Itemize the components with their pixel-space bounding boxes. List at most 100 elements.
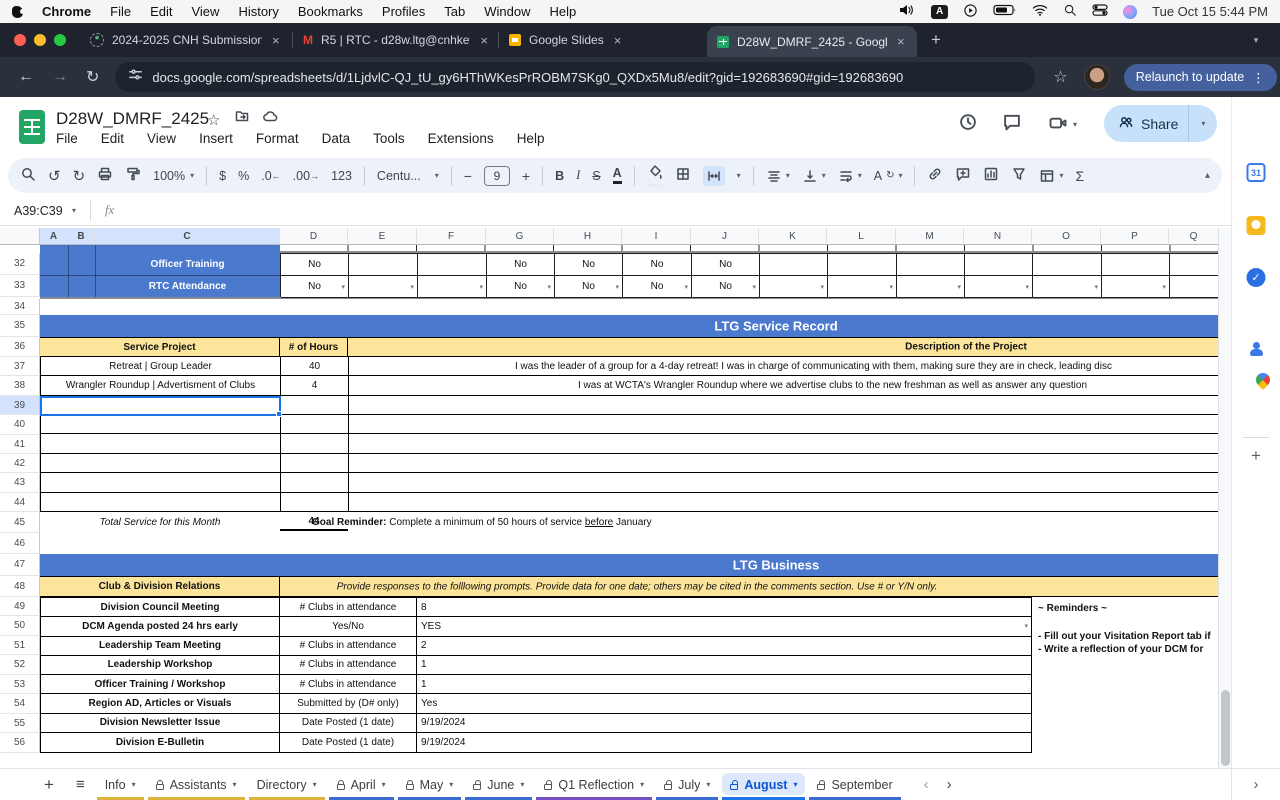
cell-officer-training-label[interactable]: Officer Training	[95, 253, 280, 275]
cell-label-54[interactable]: Region AD, Articles or Visuals	[41, 694, 280, 713]
column-header-P[interactable]: P	[1101, 228, 1169, 245]
move-to-folder-icon[interactable]	[234, 108, 250, 129]
cell-K32[interactable]	[760, 254, 828, 276]
menubar-item-help[interactable]: Help	[550, 4, 577, 19]
comments-icon[interactable]	[1002, 112, 1022, 137]
font-size-input[interactable]: 9	[484, 166, 510, 186]
cell-description-41[interactable]	[349, 434, 1218, 453]
cloud-status-icon[interactable]	[262, 108, 278, 129]
row-header-44[interactable]: 44	[0, 493, 40, 512]
cell-description-39[interactable]	[349, 396, 1218, 415]
cell-hours-40[interactable]	[281, 415, 349, 434]
caret-down-icon[interactable]: ▾	[233, 780, 237, 789]
caret-down-icon[interactable]: ▾	[706, 780, 710, 789]
cell-J32[interactable]: No	[692, 254, 760, 276]
sheet-tab-may[interactable]: May▾	[396, 769, 464, 800]
decrease-decimal-button[interactable]: .0←	[261, 169, 280, 183]
fill-handle[interactable]	[276, 411, 282, 417]
menubar-item-view[interactable]: View	[191, 4, 219, 19]
cell-M32[interactable]	[897, 254, 965, 276]
cell-I33-dropdown[interactable]: No▾	[623, 276, 692, 298]
tab-close-icon[interactable]: ×	[614, 33, 622, 48]
cell-project-43[interactable]	[41, 473, 281, 492]
text-wrap-button[interactable]: ▾	[838, 168, 862, 184]
vertical-scrollbar[interactable]	[1218, 228, 1231, 768]
keep-icon[interactable]	[1247, 216, 1266, 235]
dropdown-caret-icon[interactable]: ▾	[752, 283, 756, 291]
star-document-icon[interactable]: ☆	[207, 111, 220, 129]
battery-icon[interactable]	[993, 4, 1017, 19]
column-header-G[interactable]: G	[486, 228, 554, 245]
cell-prompt-50[interactable]: Yes/No	[280, 617, 417, 636]
row-header-38[interactable]: 38	[0, 376, 40, 396]
cell-description-43[interactable]	[349, 473, 1218, 492]
cell-project-37[interactable]: Retreat | Group Leader	[41, 357, 281, 376]
cell-value-50-dropdown[interactable]: YES▾	[417, 617, 1031, 636]
menu-file[interactable]: File	[56, 131, 78, 146]
cell-rtc-attendance-label[interactable]: RTC Attendance	[95, 275, 280, 297]
cell-D33-dropdown[interactable]: No▾	[281, 276, 349, 298]
address-bar[interactable]: docs.google.com/spreadsheets/d/1LjdvlC-Q…	[115, 62, 1035, 92]
insert-link-icon[interactable]	[927, 166, 943, 185]
version-history-icon[interactable]	[958, 112, 978, 137]
tasks-icon[interactable]: ✓	[1247, 268, 1266, 287]
cell-description-40[interactable]	[349, 415, 1218, 434]
cell-L33-dropdown[interactable]: ▾	[828, 276, 897, 298]
menubar-item-window[interactable]: Window	[484, 4, 530, 19]
play-status-icon[interactable]	[963, 3, 978, 21]
cell-G32[interactable]: No	[487, 254, 555, 276]
cell-label-55[interactable]: Division Newsletter Issue	[41, 714, 280, 733]
control-center-icon[interactable]	[1092, 4, 1108, 19]
cell-description-37[interactable]: I was the leader of a group for a 4-day …	[349, 357, 1218, 376]
column-header-J[interactable]: J	[691, 228, 759, 245]
cell-total-label[interactable]: Total Service for this Month	[40, 512, 280, 533]
cell-E33-dropdown[interactable]: ▾	[349, 276, 418, 298]
column-header-Q[interactable]: Q	[1169, 228, 1218, 245]
cell-value-51[interactable]: 2	[417, 637, 1031, 656]
wifi-icon[interactable]	[1032, 4, 1048, 19]
zoom-select[interactable]: 100%▾	[153, 169, 194, 183]
row-header-55[interactable]: 55	[0, 714, 40, 733]
cell-hours-42[interactable]	[281, 454, 349, 473]
cell-G33-dropdown[interactable]: No▾	[487, 276, 555, 298]
menubar-item-history[interactable]: History	[238, 4, 278, 19]
cell-hours-37[interactable]: 40	[281, 357, 349, 376]
apple-icon[interactable]	[12, 6, 23, 18]
cell-value-56[interactable]: 9/19/2024	[417, 733, 1031, 752]
print-icon[interactable]	[97, 166, 113, 185]
cell-description-42[interactable]	[349, 454, 1218, 473]
column-header-B[interactable]: B	[68, 228, 95, 245]
show-side-panel-icon[interactable]: ›	[1231, 769, 1280, 800]
merge-cells-button-active[interactable]	[703, 166, 725, 186]
row-header-40[interactable]: 40	[0, 415, 40, 435]
dropdown-caret-icon[interactable]: ▾	[1024, 622, 1028, 630]
search-menus-icon[interactable]	[20, 166, 36, 185]
menubar-app-name[interactable]: Chrome	[42, 4, 91, 19]
scroll-tabs-left-icon[interactable]: ‹	[915, 776, 938, 793]
menu-extensions[interactable]: Extensions	[428, 131, 494, 146]
name-box[interactable]: A39:C39	[0, 204, 72, 218]
cell-prompt-55[interactable]: Date Posted (1 date)	[280, 714, 417, 733]
cell-E32[interactable]	[349, 254, 418, 276]
cell-value-54[interactable]: Yes	[417, 694, 1031, 713]
functions-sigma-button[interactable]: Σ	[1076, 168, 1085, 184]
row-header-36[interactable]: 36	[0, 337, 40, 357]
tab-close-icon[interactable]: ×	[480, 33, 488, 48]
cell-Q32[interactable]	[1170, 254, 1218, 276]
caret-down-icon[interactable]: ▾	[520, 780, 524, 789]
cell-O33-dropdown[interactable]: ▾	[1033, 276, 1102, 298]
cell-hours-44[interactable]	[281, 493, 349, 512]
cell-label-52[interactable]: Leadership Workshop	[41, 656, 280, 675]
cell-H32[interactable]: No	[555, 254, 623, 276]
cell-Q33[interactable]	[1170, 276, 1218, 298]
increase-decimal-button[interactable]: .00→	[293, 169, 319, 183]
browser-tab-1[interactable]: * 2024-2025 CNH Submission ×	[80, 23, 292, 57]
cell-N33-dropdown[interactable]: ▾	[965, 276, 1033, 298]
font-select[interactable]: Centu...▾	[377, 169, 439, 183]
horizontal-align-button[interactable]: ▾	[766, 168, 790, 184]
caret-down-icon[interactable]: ▾	[640, 780, 644, 789]
dropdown-caret-icon[interactable]: ▾	[1025, 283, 1029, 291]
cell-I32[interactable]: No	[623, 254, 692, 276]
cell-project-44[interactable]	[41, 493, 281, 512]
browser-tab-2[interactable]: M R5 | RTC - d28w.ltg@cnhkeyc ×	[293, 23, 498, 57]
